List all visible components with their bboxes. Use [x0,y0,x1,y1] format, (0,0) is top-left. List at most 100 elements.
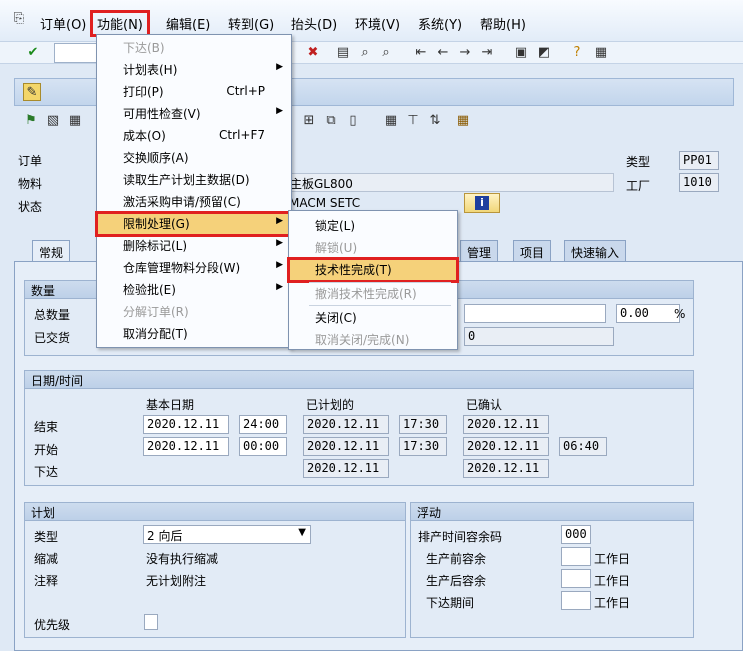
menu-item-release: 下达(B) [123,41,165,55]
start-basic-time[interactable]: 00:00 [239,437,287,456]
post-float-label: 生产后容余 [426,574,487,588]
tab-general[interactable]: 常规 [32,240,71,262]
pre-float-label: 生产前容余 [426,552,487,566]
menu-edit[interactable]: 编辑(E) [166,14,210,33]
menu-item-restrict-processing[interactable]: 限制处理(G) ▶ [95,211,293,237]
menu-item-schedule[interactable]: 计划表(H) ▶ [97,59,291,81]
post-float-unit: 工作日 [594,574,631,588]
hierarchy-icon[interactable]: ⊞ [300,112,318,130]
components-icon[interactable]: ⇅ [426,112,444,130]
find-next-icon[interactable]: ⌕ [377,44,395,62]
submenu-arrow-icon: ▶ [276,216,283,226]
menu-item-costs[interactable]: 成本(O) Ctrl+F7 [97,125,291,147]
menu-header[interactable]: 抬头(D) [291,14,337,33]
last-page-icon[interactable]: ⇥ [478,44,496,62]
plan-group: 计划 [24,502,406,638]
print-icon[interactable]: ▤ [334,44,352,62]
menu-environment[interactable]: 环境(V) [355,14,400,33]
priority-label: 优先级 [34,618,71,632]
submenu-item-lock[interactable]: 锁定(L) [289,215,457,237]
first-page-icon[interactable]: ⇤ [412,44,430,62]
cancel-icon[interactable]: ✖ [304,44,322,62]
menu-item-swap-sequence[interactable]: 交换顺序(A) [97,147,291,169]
material-text-field: 主板GL800 [286,173,614,192]
sched-margin-label: 排产时间容余码 [418,530,503,544]
submenu-arrow-icon: ▶ [276,260,283,270]
sched-margin-field[interactable]: 000 [561,525,591,544]
table-icon[interactable]: ▦ [382,112,400,130]
float-group-title: 浮动 [411,503,693,521]
order-label: 订单 [18,154,43,168]
help-icon[interactable]: ? [568,44,586,62]
tree-icon[interactable]: ⊤ [404,112,422,130]
costs-icon[interactable]: ▧ [44,112,62,130]
layout-icon[interactable]: ▦ [592,44,610,62]
next-page-icon[interactable]: → [456,44,474,62]
start-conf-time: 06:40 [559,437,607,456]
chevron-down-icon[interactable]: ▼ [298,527,306,538]
menu-item-availability-check[interactable]: 可用性检查(V) ▶ [97,103,291,125]
start-basic-date[interactable]: 2020.12.11 [143,437,229,456]
submenu-item-close[interactable]: 关闭(C) [289,307,457,329]
menu-item-deletion-flag[interactable]: 删除标记(L) ▶ [97,235,291,257]
plant-field: 1010 [679,173,719,192]
find-icon[interactable]: ⌕ [356,44,374,62]
release-period-field[interactable] [561,591,591,610]
new-session-icon[interactable]: ▣ [512,44,530,62]
end-basic-date[interactable]: 2020.12.11 [143,415,229,434]
calculator-icon[interactable]: ▦ [66,112,84,130]
flag-icon[interactable]: ⚑ [22,112,40,130]
scheduling-type-select[interactable]: 2 向后 ▼ [143,525,311,544]
menu-item-inspection-lot[interactable]: 检验批(E) ▶ [97,279,291,301]
menu-icon[interactable]: ⎘ [10,10,28,28]
percent-unit: % [674,307,686,321]
tab-items[interactable]: 项目 [513,240,552,262]
submenu-item-technically-complete[interactable]: 技术性完成(T) [287,257,459,283]
menu-item-wm-staging[interactable]: 仓库管理物料分段(W) ▶ [97,257,291,279]
menu-item-print[interactable]: 打印(P) Ctrl+P [97,81,291,103]
plant-label: 工厂 [626,179,651,193]
reduce-label: 缩减 [34,552,59,566]
prev-page-icon[interactable]: ← [434,44,452,62]
grid-icon[interactable]: ▦ [454,112,472,130]
reduce-value: 没有执行缩减 [146,552,219,566]
menu-order[interactable]: 订单(O) [40,14,86,33]
tab-quick-entry[interactable]: 快速输入 [564,240,627,262]
tab-management[interactable]: 管理 [460,240,499,262]
scrap-percent-field[interactable]: 0.00 [616,304,680,323]
menu-system[interactable]: 系统(Y) [418,14,462,33]
end-sched-time: 17:30 [399,415,447,434]
menu-item-cancel-assignment[interactable]: 取消分配(T) [97,323,291,345]
scrap-field[interactable] [464,304,606,323]
copy-icon[interactable]: ⧉ [322,112,340,130]
status-info-button[interactable]: i [464,193,500,213]
release-sched-date: 2020.12.11 [303,459,389,478]
start-conf-date: 2020.12.11 [463,437,549,456]
post-float-field[interactable] [561,569,591,588]
enter-check-icon[interactable]: ✔ [24,44,42,62]
end-basic-time[interactable]: 24:00 [239,415,287,434]
display-change-icon[interactable]: ✎ [23,83,41,101]
plan-group-title: 计划 [25,503,405,521]
row-release-label: 下达 [34,465,59,479]
order-type-field: PP01 [679,151,719,170]
delivered-label: 已交货 [34,331,71,345]
menu-goto[interactable]: 转到(G) [228,14,274,33]
total-quantity-label: 总数量 [34,308,71,322]
menu-item-activate-requisition[interactable]: 激活采购申请/预留(C) [97,191,291,213]
col-basic-date: 基本日期 [146,398,195,412]
function-menu: 下达(B) 计划表(H) ▶ 打印(P) Ctrl+P 可用性检查(V) ▶ 成本(O… [95,34,293,348]
menu-help[interactable]: 帮助(H) [480,14,526,33]
restrict-processing-submenu: 锁定(L) 解锁(U) 技术性完成(T) 撤消技术性完成(R) 关闭(C) 取消… [287,210,459,350]
shortcut-icon[interactable]: ◩ [535,44,553,62]
priority-field[interactable] [144,614,158,630]
col-confirmed: 已确认 [466,398,503,412]
document-icon[interactable]: ▯ [344,112,362,130]
menu-item-read-master-data[interactable]: 读取生产计划主数据(D) [97,169,291,191]
pre-float-field[interactable] [561,547,591,566]
menu-function[interactable]: 功能(N) [90,10,150,37]
submenu-arrow-icon: ▶ [276,238,283,248]
submenu-arrow-icon: ▶ [276,106,283,116]
start-sched-date: 2020.12.11 [303,437,389,456]
submenu-divider [309,305,451,306]
